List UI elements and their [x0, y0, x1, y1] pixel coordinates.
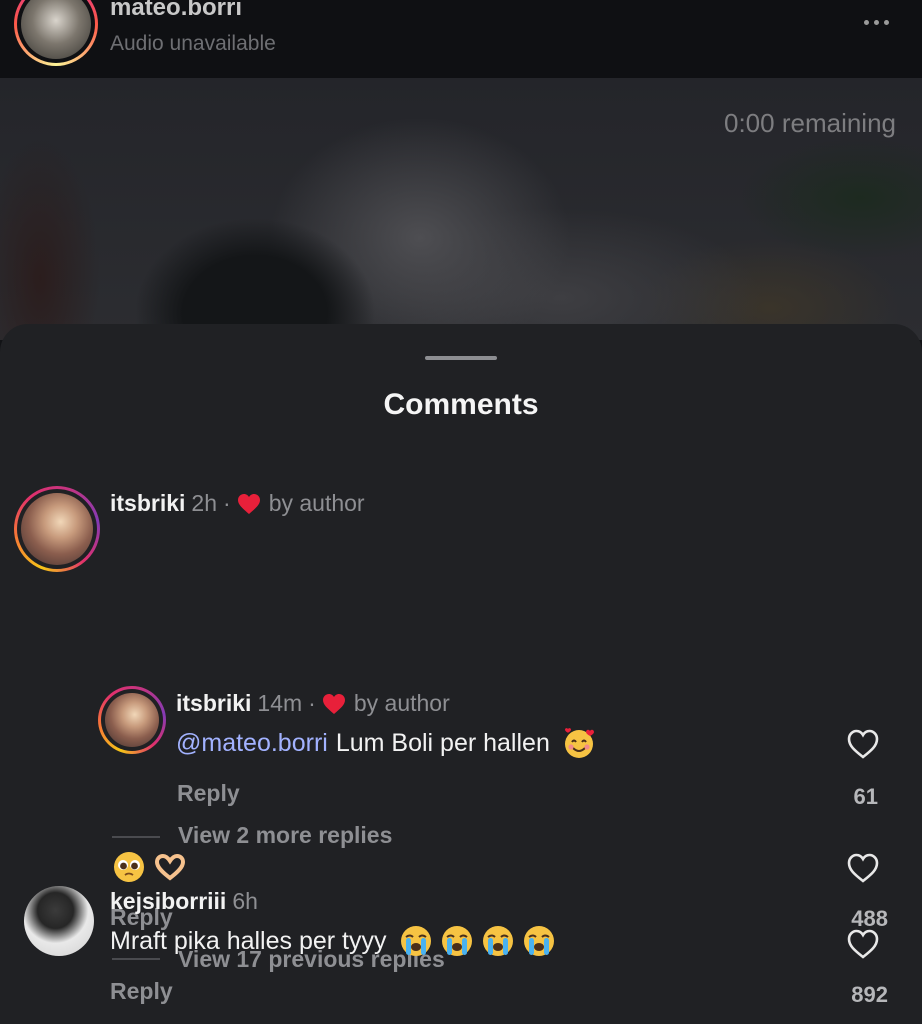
- comment-body: Lum Boli per hallen: [335, 728, 550, 757]
- smiling-face-with-hearts-icon: [564, 728, 594, 758]
- meta-separator: ·: [308, 690, 316, 716]
- story-header: mateo.borri Audio unavailable: [0, 0, 922, 78]
- reply-button[interactable]: Reply: [110, 978, 173, 1005]
- heart-outline-icon[interactable]: [846, 728, 880, 760]
- time-remaining: 0:00 remaining: [724, 108, 896, 138]
- view-more-replies[interactable]: View 2 more replies: [178, 822, 392, 849]
- audio-status: Audio unavailable: [110, 32, 276, 55]
- comment-username[interactable]: itsbriki: [110, 490, 185, 517]
- loudly-crying-face-icon: [441, 926, 472, 956]
- loudly-crying-face-icon: [400, 926, 431, 956]
- comment-username[interactable]: kejsiborriii: [110, 888, 226, 915]
- avatar[interactable]: [98, 686, 166, 754]
- like-count: 61: [853, 784, 878, 809]
- loudly-crying-face-icon: [482, 926, 513, 956]
- comment-username[interactable]: itsbriki: [176, 690, 251, 717]
- loudly-crying-face-icon: [523, 926, 554, 956]
- heart-outline-icon[interactable]: [846, 928, 880, 960]
- heart-hands-icon: [154, 853, 186, 881]
- comment-text: [112, 850, 187, 884]
- comment-time: 14m: [257, 690, 303, 716]
- comment-meta: itsbriki 2h · by author: [110, 490, 365, 517]
- heart-filled-icon: [322, 693, 345, 714]
- comment-body: Mraft pika halles per tyyy: [110, 926, 387, 955]
- sheet-grabber[interactable]: [425, 356, 497, 360]
- pleading-face-icon: [114, 852, 144, 882]
- comment-text: Mraft pika halles per tyyy: [110, 924, 556, 958]
- sheet-title: Comments: [383, 388, 539, 421]
- heart-filled-icon: [237, 493, 260, 514]
- header-avatar[interactable]: [14, 0, 98, 66]
- avatar[interactable]: [24, 886, 94, 956]
- liked-by-author-label: by author: [268, 490, 365, 516]
- header-username[interactable]: mateo.borri: [110, 0, 242, 22]
- comment-meta: kejsiborriii 6h: [110, 888, 258, 915]
- story-viewer[interactable]: mateo.borri Audio unavailable 0:00 remai…: [0, 0, 922, 340]
- comment-text: @mateo.borri Lum Boli per hallen: [176, 726, 596, 760]
- comment-time: 6h: [232, 888, 258, 914]
- liked-by-author-label: by author: [353, 690, 450, 716]
- heart-outline-icon[interactable]: [846, 852, 880, 884]
- comment-time: 2h: [191, 490, 218, 516]
- avatar[interactable]: [14, 486, 100, 572]
- reply-button[interactable]: Reply: [177, 780, 240, 807]
- more-horizontal-icon[interactable]: [856, 10, 896, 34]
- thread-divider: [112, 958, 160, 960]
- thread-divider: [112, 836, 160, 838]
- mention-link[interactable]: @mateo.borri: [176, 729, 328, 758]
- comment-meta: itsbriki 14m · by author: [176, 690, 450, 717]
- comments-sheet: Comments itsbriki 2h · by author Reply 4…: [0, 324, 922, 1024]
- meta-separator: ·: [223, 490, 231, 516]
- like-count: 892: [851, 982, 888, 1007]
